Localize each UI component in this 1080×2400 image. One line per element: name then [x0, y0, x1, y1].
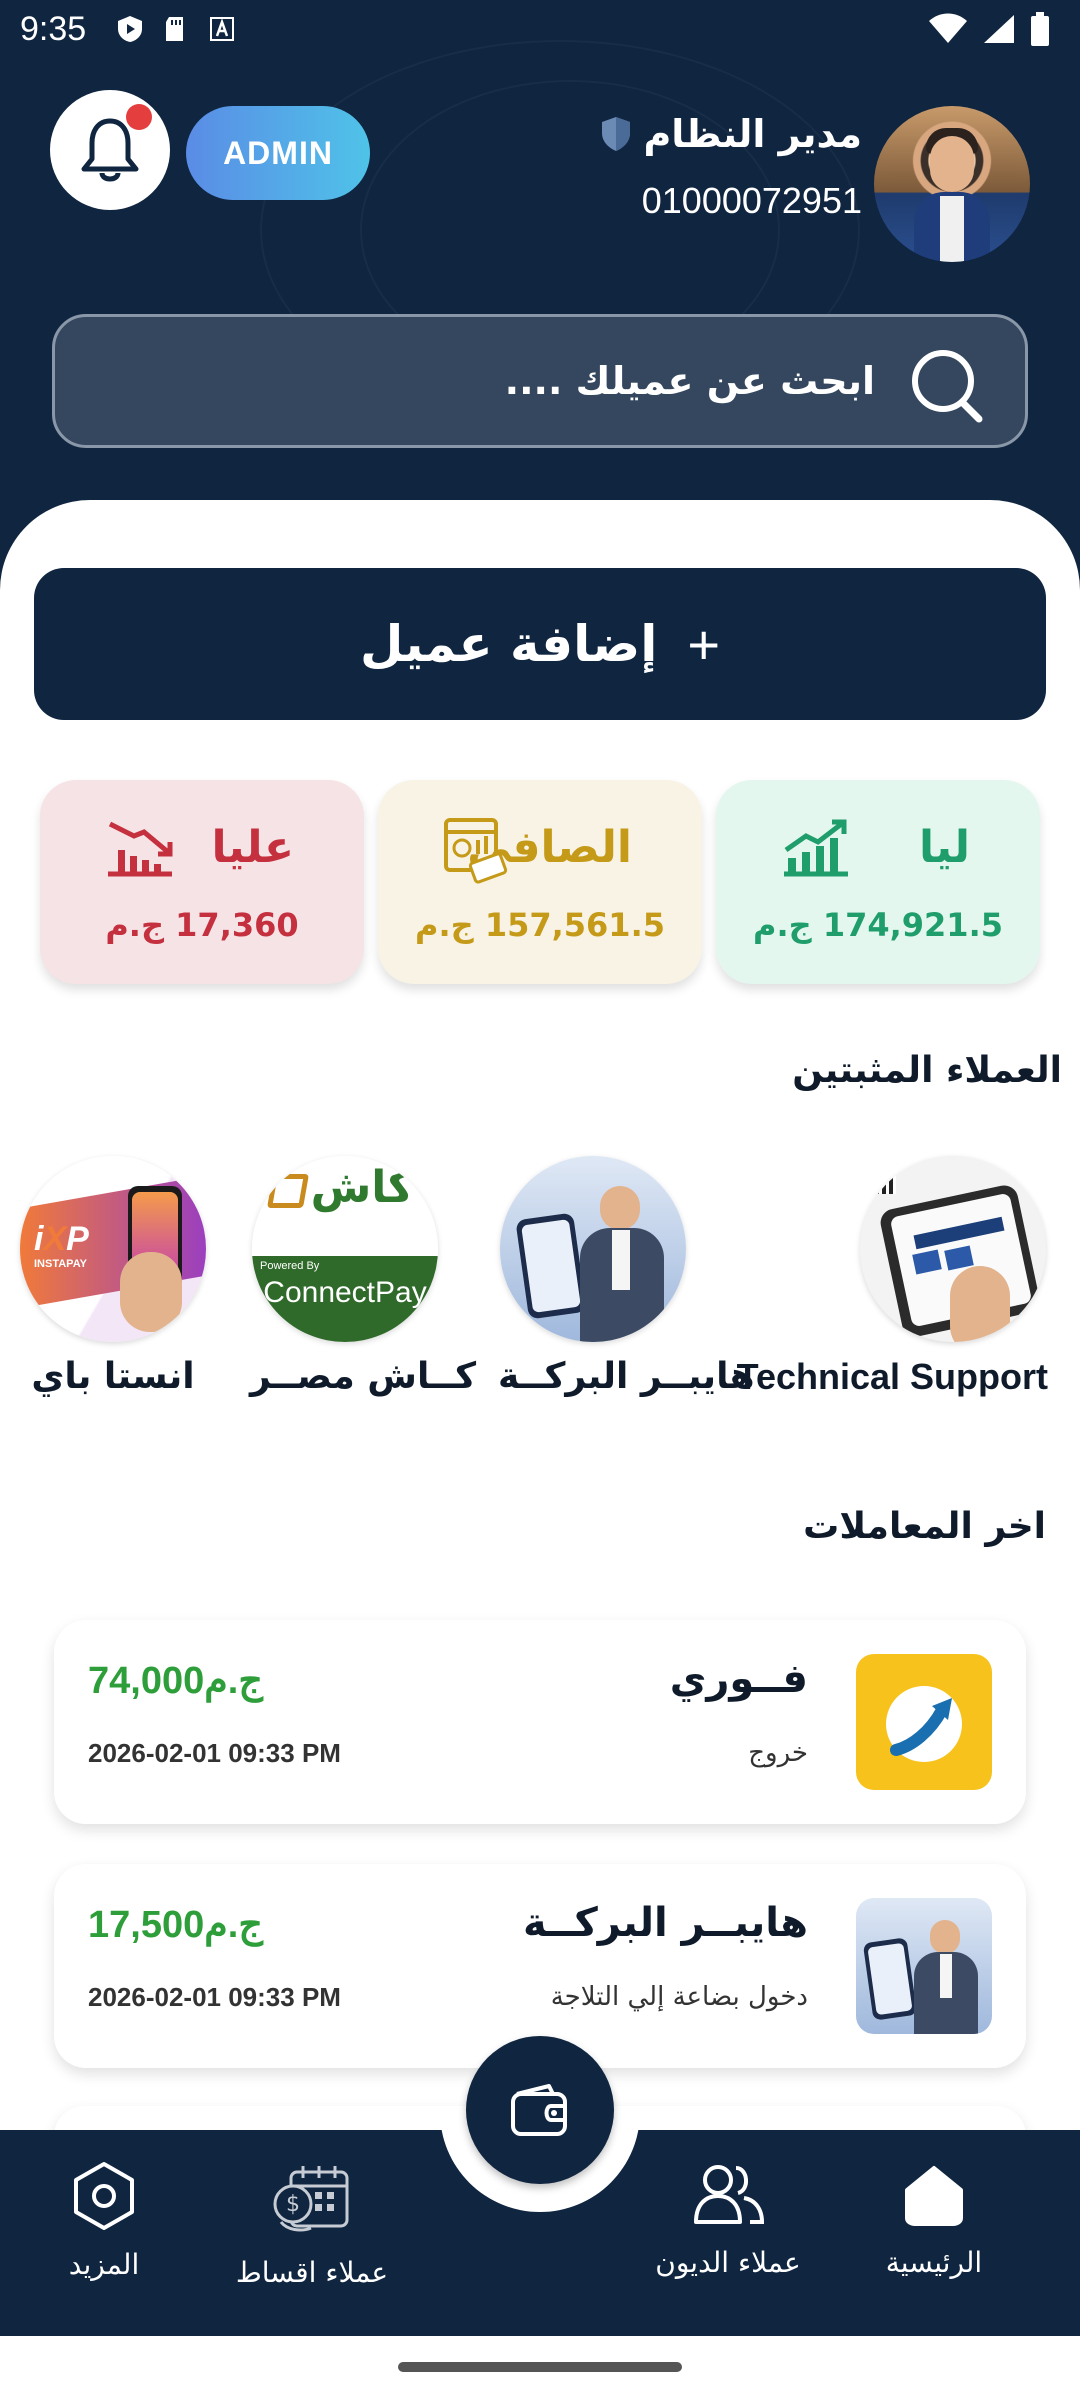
admin-badge: ADMIN — [186, 106, 370, 200]
pinned-client[interactable]: Technical Support — [737, 1156, 1048, 1398]
status-notification-icons — [115, 14, 237, 44]
client-avatar: كاش Powered By ConnectPay — [252, 1156, 438, 1342]
transaction-name: هايبــر البركــة — [522, 1900, 808, 1946]
play-protect-icon — [115, 14, 145, 44]
recent-transactions-title: اخر المعاملات — [803, 1506, 1046, 1547]
transaction-amount: 74,000ج.م — [88, 1660, 263, 1702]
instapay-logo-text: INSTAPAY — [34, 1258, 87, 1270]
users-icon — [694, 2165, 765, 2224]
pinned-client[interactable]: هايبــر البركــة — [498, 1156, 755, 1397]
client-avatar — [856, 1898, 992, 2034]
transaction-amount: 17,500ج.م — [88, 1904, 263, 1946]
stat-title: ليا — [918, 822, 970, 873]
transaction-type: خروج — [748, 1738, 808, 1768]
transaction-type: دخول بضاعة إلي التلاجة — [550, 1982, 808, 2012]
stat-card-net[interactable]: الصافي 157,561.5 ج.م — [378, 780, 702, 984]
connectpay-logo-text: ConnectPay — [263, 1276, 427, 1309]
stat-value: 174,921.5 ج.م — [753, 906, 1003, 944]
add-client-label: إضافة عميل — [359, 615, 658, 673]
wallet-icon — [511, 2084, 567, 2136]
nav-installment-label: عملاء اقساط — [235, 2256, 389, 2289]
search-placeholder: ابحث عن عميلك .... — [504, 359, 875, 403]
chart-down-icon — [108, 821, 173, 877]
wallet-button[interactable] — [466, 2036, 614, 2184]
search-input[interactable]: ابحث عن عميلك .... — [52, 314, 1028, 448]
notification-dot — [126, 104, 152, 130]
nav-more[interactable]: المزيد — [4, 2160, 204, 2281]
stat-value: 17,360 ج.م — [105, 906, 299, 944]
add-client-button[interactable]: إضافة عميل + — [34, 568, 1046, 720]
transaction-name: فــوري — [669, 1656, 808, 1702]
wifi-icon — [929, 13, 967, 43]
cash-masr-logo-text: كاش — [310, 1162, 414, 1213]
stat-title: عليا — [211, 822, 295, 873]
nav-home-label: الرئيسية — [885, 2246, 983, 2279]
transaction-date: 2026-02-01 09:33 PM — [88, 1738, 341, 1768]
nav-debt-clients[interactable]: عملاء الديون — [628, 2160, 828, 2279]
user-name-text: مدير النظام — [643, 112, 862, 156]
gesture-bar[interactable] — [398, 2362, 682, 2372]
nav-more-label: المزيد — [68, 2248, 140, 2281]
pinned-client-name: Technical Support — [736, 1356, 1048, 1397]
shield-icon — [602, 117, 631, 151]
plus-icon: + — [687, 612, 721, 676]
stat-card-payable[interactable]: عليا 17,360 ج.م — [40, 780, 364, 984]
svg-text:$: $ — [286, 2192, 300, 2217]
pinned-client-name: انستا باي — [31, 1356, 195, 1397]
pinned-clients-title: العملاء المثبتين — [792, 1050, 1062, 1091]
nav-home[interactable]: الرئيسية — [834, 2160, 1034, 2279]
logo-powered-by: Powered By — [260, 1260, 320, 1272]
nav-installment-clients[interactable]: $ عملاء اقساط — [212, 2160, 412, 2289]
transaction-date: 2026-02-01 09:33 PM — [88, 1982, 341, 2012]
client-avatar — [860, 1156, 1046, 1342]
stat-value: 157,561.5 ج.م — [415, 906, 665, 944]
chart-up-icon — [784, 819, 848, 877]
sd-card-icon — [161, 14, 191, 44]
status-system-icons — [928, 12, 1050, 46]
client-avatar: iXP INSTAPAY — [20, 1156, 206, 1342]
more-settings-icon — [74, 2162, 134, 2230]
signal-icon — [984, 15, 1014, 43]
home-icon — [905, 2166, 963, 2226]
pinned-client[interactable]: كاش Powered By ConnectPay كــاش مصــر — [250, 1156, 477, 1397]
pinned-client-name: هايبــر البركــة — [498, 1356, 755, 1397]
font-icon — [207, 14, 237, 44]
pinned-client[interactable]: iXP INSTAPAY انستا باي — [18, 1156, 208, 1397]
user-phone: 01000072951 — [641, 180, 862, 221]
notifications-button[interactable] — [50, 90, 170, 210]
transaction-card[interactable]: فــوري خروج 74,000ج.م 2026-02-01 09:33 P… — [54, 1620, 1026, 1824]
client-avatar — [500, 1156, 686, 1342]
battery-icon — [1031, 12, 1049, 46]
nav-debt-label: عملاء الديون — [655, 2246, 801, 2279]
stat-card-receivable[interactable]: ليا 174,921.5 ج.م — [716, 780, 1040, 984]
pinned-client-name: كــاش مصــر — [250, 1356, 477, 1397]
installments-icon: $ — [273, 2166, 349, 2232]
avatar[interactable] — [874, 106, 1030, 262]
user-name: مدير النظام — [599, 112, 862, 156]
fawry-logo — [856, 1654, 992, 1790]
report-money-icon — [444, 818, 508, 884]
search-icon — [912, 350, 983, 423]
status-time: 9:35 — [20, 10, 87, 48]
